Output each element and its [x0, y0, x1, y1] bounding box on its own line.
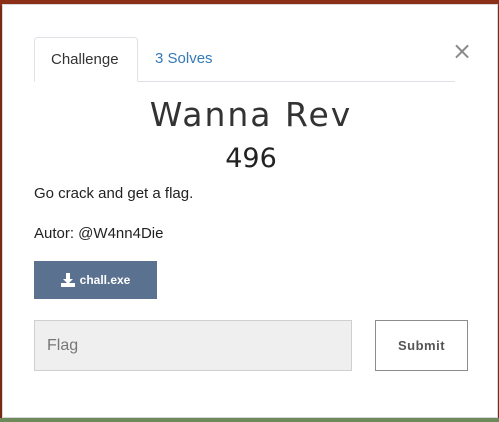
- challenge-modal: × Challenge 3 Solves Wanna Rev 496 Go cr…: [2, 4, 498, 418]
- submit-button[interactable]: Submit: [375, 320, 468, 371]
- challenge-title: Wanna Rev: [149, 95, 353, 134]
- tab-challenge[interactable]: Challenge: [34, 37, 138, 82]
- challenge-tabs: Challenge 3 Solves: [34, 37, 455, 82]
- challenge-points: 496: [225, 143, 277, 174]
- download-file-label: chall.exe: [79, 273, 131, 287]
- tab-solves[interactable]: 3 Solves: [139, 37, 229, 81]
- download-file-button[interactable]: chall.exe: [34, 261, 157, 299]
- download-icon: [60, 273, 75, 287]
- page-backdrop-bottom: [0, 418, 499, 422]
- challenge-author: Autor: @W4nn4Die: [34, 225, 164, 242]
- close-button[interactable]: ×: [452, 39, 472, 63]
- flag-input[interactable]: [34, 320, 352, 371]
- challenge-description: Go crack and get a flag.: [34, 185, 194, 202]
